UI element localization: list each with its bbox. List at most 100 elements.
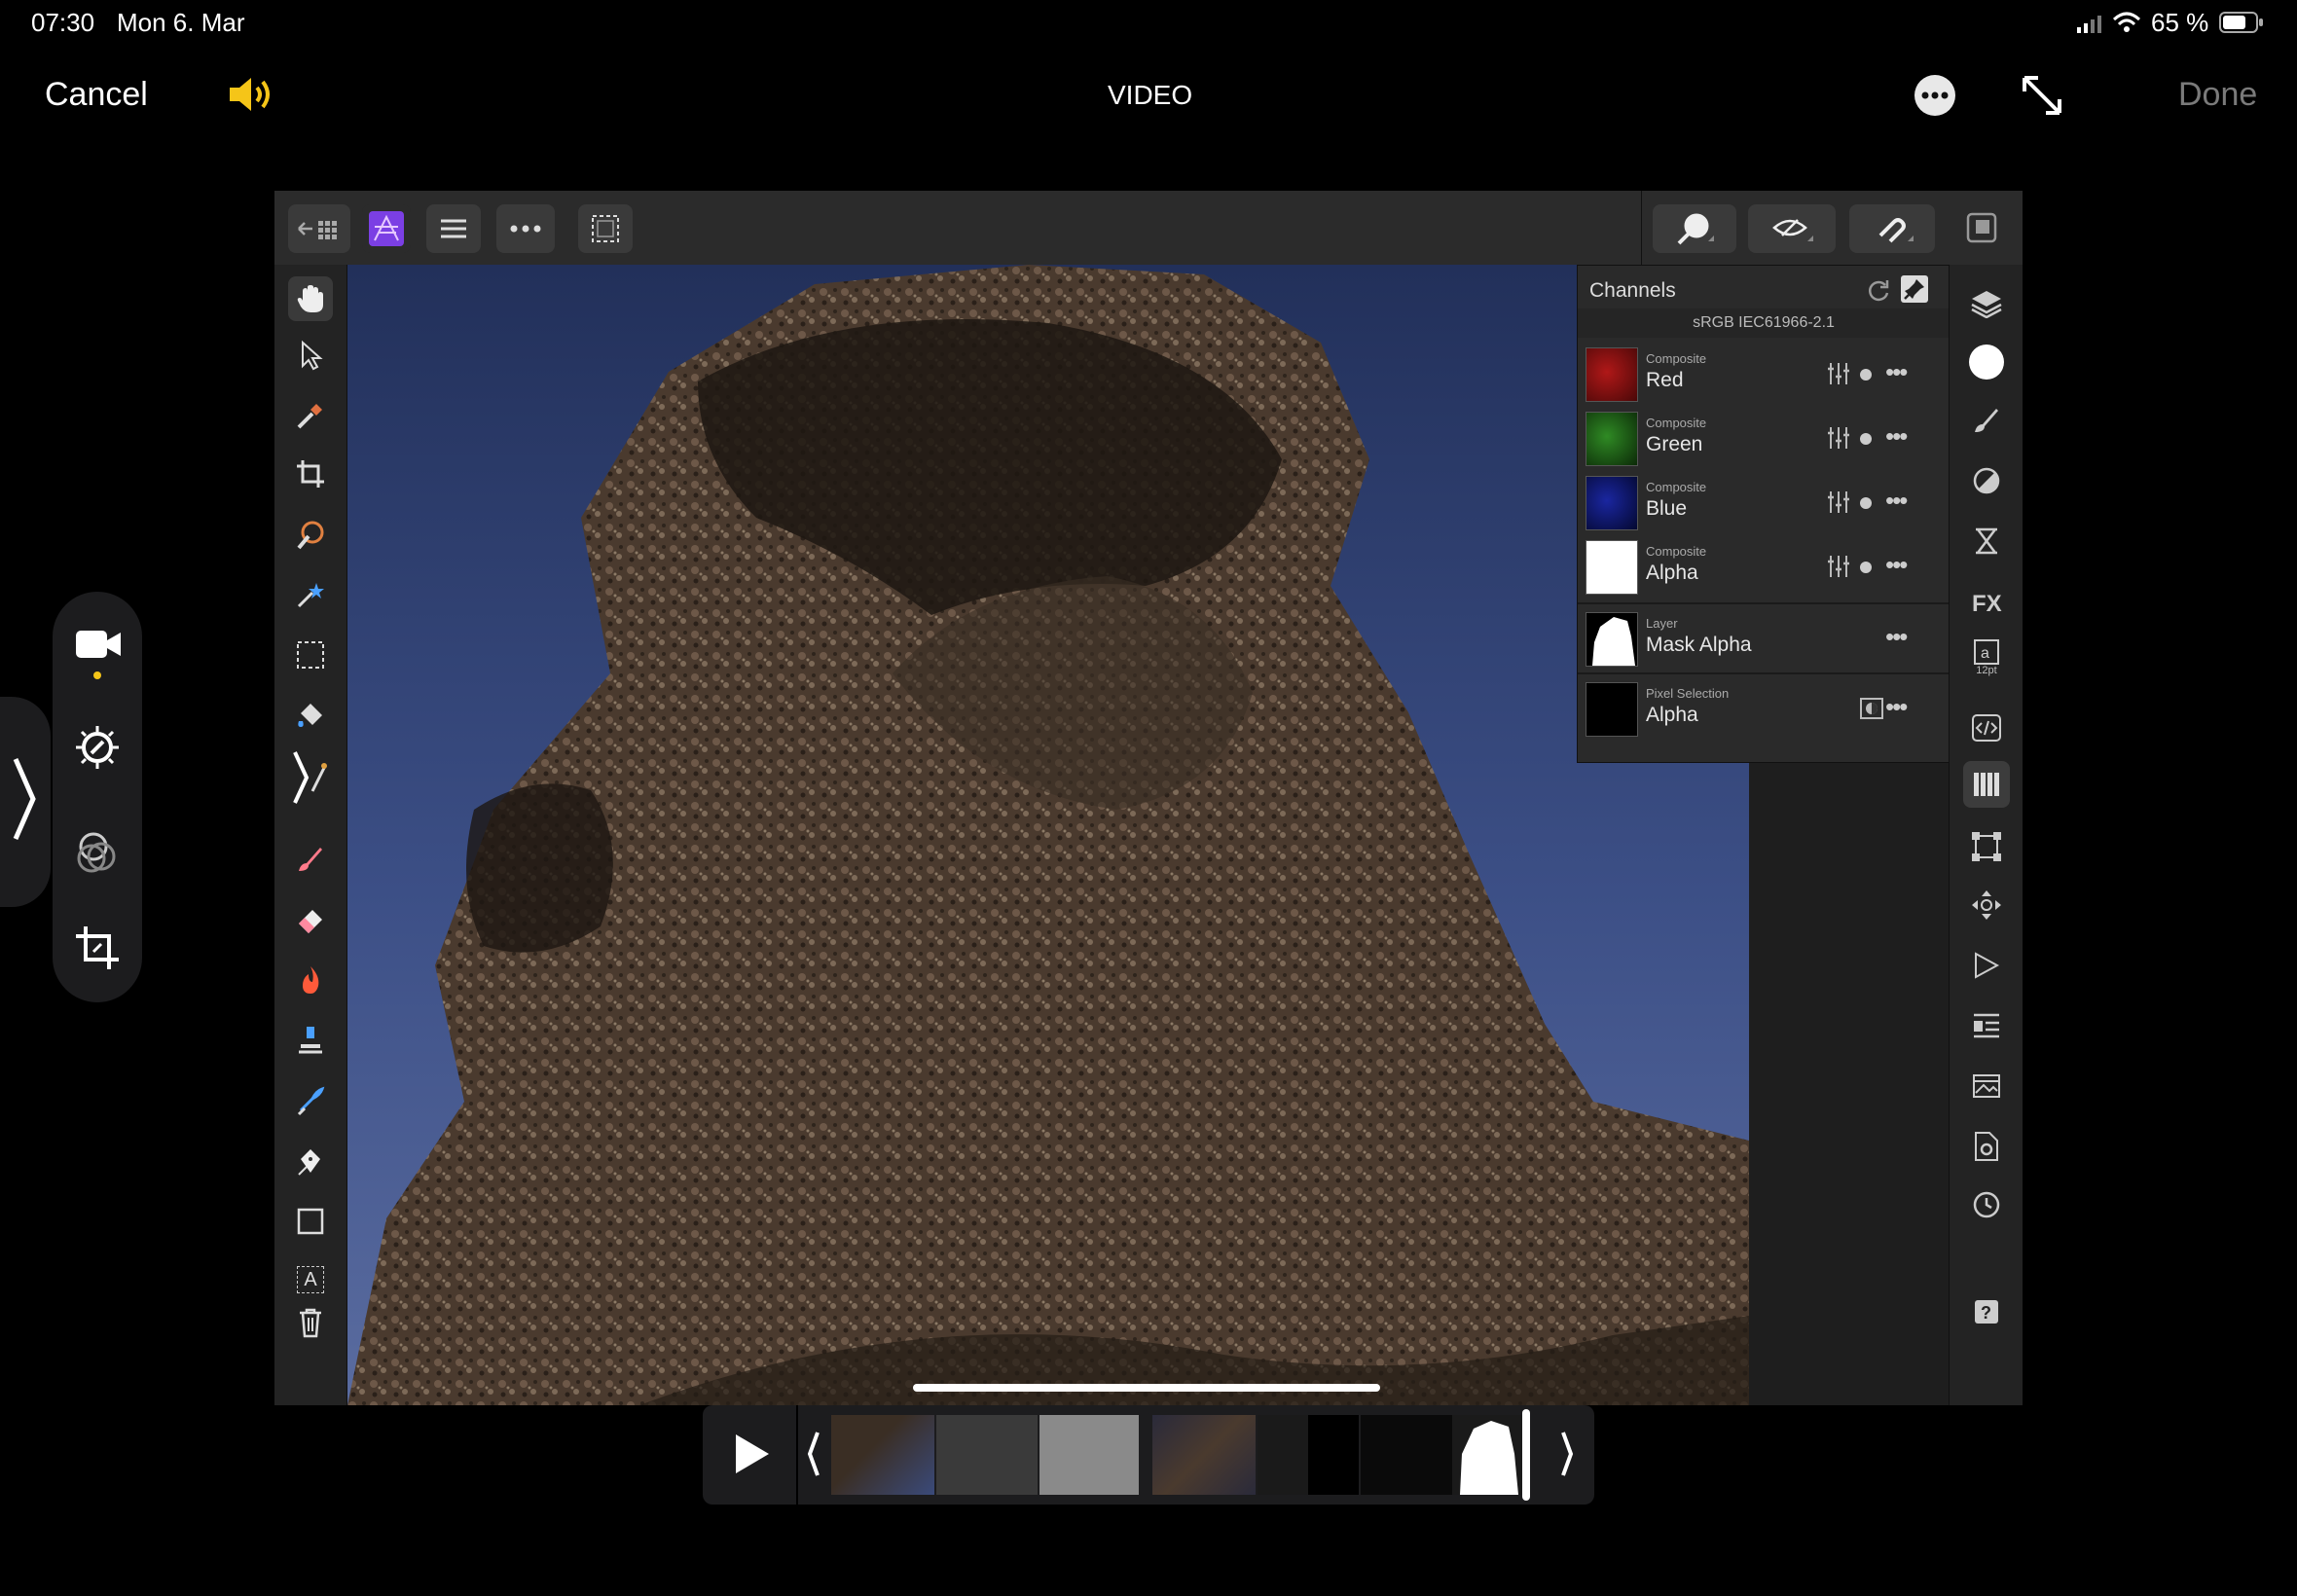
adjust-sliders-icon[interactable] (1827, 425, 1850, 451)
brushes-icon[interactable] (1963, 397, 2010, 444)
channel-name: Mask Alpha (1646, 634, 1752, 656)
adjust-sliders-icon[interactable] (1827, 361, 1850, 386)
canvas-photo[interactable] (347, 265, 1749, 1405)
marquee-tool-icon[interactable] (288, 633, 333, 677)
timeline-frame (1039, 1415, 1139, 1495)
channel-more-icon[interactable]: ••• (1885, 421, 1908, 452)
channel-row-green[interactable]: Composite Green ••• (1578, 406, 1950, 470)
home-indicator (913, 1384, 1380, 1392)
visibility-dot[interactable] (1860, 369, 1872, 381)
menu-icon[interactable] (426, 204, 481, 253)
live-filters-icon[interactable] (1963, 518, 2010, 564)
retouch-tool-icon[interactable] (288, 1078, 333, 1123)
transform-icon[interactable] (1963, 823, 2010, 870)
stock-icon[interactable] (1963, 1063, 2010, 1109)
more-icon[interactable] (1914, 74, 1956, 117)
timeline-frame (1258, 1415, 1359, 1495)
channel-row-alpha[interactable]: Composite Alpha ••• (1578, 534, 1950, 598)
signal-icon (2077, 14, 2106, 33)
document-settings-icon[interactable] (1963, 1123, 2010, 1170)
exposure-dial-icon[interactable] (74, 724, 121, 771)
channel-category: Composite (1646, 480, 1707, 494)
channel-row-red[interactable]: Composite Red ••• (1578, 342, 1950, 406)
capture-mode-title: VIDEO (1108, 80, 1193, 110)
playhead[interactable] (1522, 1409, 1530, 1501)
flood-fill-tool-icon[interactable] (288, 693, 333, 738)
text-styles-icon[interactable]: a 12pt (1963, 635, 2010, 681)
active-indicator (93, 671, 101, 679)
studio-toggle-icon[interactable] (1964, 210, 1999, 245)
svg-text:a: a (1981, 645, 1989, 662)
channel-thumbnail (1586, 412, 1638, 466)
history-clock-icon[interactable] (1963, 1181, 2010, 1228)
color-swatch-icon[interactable] (1963, 339, 2010, 385)
code-icon[interactable] (1963, 705, 2010, 751)
painter-tool-icon[interactable] (288, 751, 333, 804)
back-to-gallery-button[interactable] (288, 204, 350, 253)
done-button[interactable]: Done (2178, 76, 2257, 114)
play-icon[interactable] (732, 1433, 771, 1475)
crop-rotate-icon[interactable] (74, 925, 121, 971)
color-picker-tool-icon[interactable] (288, 393, 333, 438)
channel-more-icon[interactable]: ••• (1885, 486, 1908, 516)
selection-icon[interactable] (578, 204, 633, 253)
selection-brush-tool-icon[interactable] (288, 512, 333, 557)
adjust-sliders-icon[interactable] (1827, 554, 1850, 579)
adjustments-icon[interactable] (1963, 457, 2010, 504)
trash-icon[interactable] (288, 1300, 333, 1345)
pen-tool-icon[interactable] (288, 1139, 333, 1183)
text-size-label: 12pt (1976, 665, 1997, 676)
visibility-dot[interactable] (1860, 433, 1872, 445)
cancel-button[interactable]: Cancel (45, 76, 148, 114)
toolbar-divider (1641, 191, 1642, 265)
zoom-icon[interactable] (1653, 204, 1736, 253)
affinity-photo-persona-button[interactable] (362, 204, 411, 253)
expand-icon[interactable] (2021, 74, 2063, 117)
channel-row-pixel-selection[interactable]: Pixel Selection Alpha ••• (1578, 676, 1950, 741)
side-panel-tab[interactable] (0, 697, 51, 907)
view-mode-icon[interactable] (1748, 204, 1836, 253)
hand-tool-icon[interactable] (288, 276, 333, 321)
crop-tool-icon[interactable] (288, 452, 333, 496)
macro-play-icon[interactable] (1963, 942, 2010, 989)
eraser-tool-icon[interactable] (288, 897, 333, 942)
trim-end-handle[interactable] (1559, 1429, 1575, 1479)
paint-brush-tool-icon[interactable] (288, 837, 333, 882)
speaker-icon[interactable] (228, 74, 280, 115)
fx-icon[interactable]: FX (1963, 578, 2010, 625)
channel-category: Layer (1646, 616, 1678, 631)
navigator-icon[interactable] (1963, 882, 2010, 928)
help-icon[interactable]: ? (1963, 1288, 2010, 1335)
pin-icon[interactable] (1901, 275, 1928, 303)
text-tool-icon[interactable]: A (288, 1257, 333, 1302)
channel-thumbnail (1586, 612, 1638, 667)
clone-tool-icon[interactable] (288, 1018, 333, 1063)
history-list-icon[interactable] (1963, 1002, 2010, 1049)
visibility-dot[interactable] (1860, 497, 1872, 509)
reset-icon[interactable] (1866, 277, 1891, 303)
channel-more-icon[interactable]: ••• (1885, 622, 1908, 652)
channel-more-icon[interactable]: ••• (1885, 692, 1908, 722)
magic-wand-tool-icon[interactable] (288, 572, 333, 617)
move-tool-icon[interactable] (288, 333, 333, 378)
visibility-dot[interactable] (1860, 562, 1872, 573)
filters-icon[interactable] (74, 827, 121, 874)
channel-row-blue[interactable]: Composite Blue ••• (1578, 470, 1950, 534)
more-options-icon[interactable] (496, 204, 555, 253)
channels-icon[interactable] (1963, 761, 2010, 808)
adjust-sliders-icon[interactable] (1827, 490, 1850, 515)
text-tool-glyph: A (297, 1266, 324, 1293)
rectangle-tool-icon[interactable] (288, 1199, 333, 1244)
channel-row-mask-alpha[interactable]: Layer Mask Alpha ••• (1578, 606, 1950, 671)
trim-start-handle[interactable] (806, 1429, 821, 1479)
snapping-icon[interactable] (1849, 204, 1935, 253)
chevron-right-icon (12, 755, 37, 843)
channel-category: Composite (1646, 416, 1707, 430)
timeline-divider (796, 1405, 798, 1505)
channel-more-icon[interactable]: ••• (1885, 357, 1908, 387)
layers-icon[interactable] (1963, 280, 2010, 327)
burn-tool-icon[interactable] (288, 958, 333, 1002)
video-camera-icon[interactable] (74, 627, 123, 662)
invert-selection-icon[interactable] (1860, 698, 1883, 719)
channel-more-icon[interactable]: ••• (1885, 550, 1908, 580)
